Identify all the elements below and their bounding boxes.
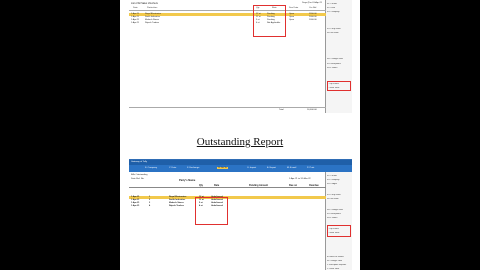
row-party: Rajesh Traders: [169, 205, 184, 208]
column-header-row: Date Particulars Qty Rate Due Date Cur B…: [129, 7, 326, 11]
row-date: 1-Apr-21: [131, 16, 140, 19]
row-date: 1-Apr-21: [131, 196, 140, 199]
footer-total: 16,000.00: [307, 109, 317, 111]
menu-item[interactable]: M: E-mail: [287, 167, 296, 169]
row-particulars: Mahesh Stores: [145, 19, 159, 22]
menu-item[interactable]: Y: Data: [169, 167, 176, 169]
row-date: 1-Apr-21: [131, 199, 140, 202]
column-header: Qty: [199, 184, 203, 187]
section-caption: Outstanding Report: [196, 136, 284, 148]
menu-item[interactable]: Z: Exchange: [187, 167, 199, 169]
side-button[interactable]: J: Exception Reports: [327, 264, 351, 266]
row-balance: 1300.00: [309, 13, 317, 16]
side-button[interactable]: F10: Filters: [327, 217, 351, 219]
document-page: List of All Sales Vouchers Days (For 01-…: [120, 0, 360, 270]
report-subtitle: Bills Outstanding: [131, 174, 148, 176]
side-button[interactable]: F3: Company: [327, 11, 351, 13]
outstanding-report-panel: Bills Outstanding Date Ref. No. Party's …: [129, 172, 326, 270]
side-button[interactable]: F8: Change View: [327, 58, 351, 60]
row-date: 1-Apr-21: [131, 22, 140, 25]
sales-vouchers-screenshot: List of All Sales Vouchers Days (For 01-…: [129, 0, 352, 113]
side-button[interactable]: F4: Ledger: [327, 183, 351, 185]
voucher-rows: 1-Apr-21 Royal Electronics 12 nt Pending…: [129, 13, 326, 25]
row-particulars: Royal Electronics: [145, 13, 162, 16]
side-button[interactable]: F6: Bill Wise: [327, 32, 351, 34]
row-party: Mahesh Stores: [169, 202, 184, 205]
column-header: Due on: [289, 184, 298, 187]
column-header: Cur Bal: [309, 7, 317, 9]
vouchers-report-panel: List of All Sales Vouchers Days (For 01-…: [129, 0, 326, 113]
row-date: 1-Apr-21: [131, 202, 140, 205]
highlight-box: [327, 225, 351, 237]
side-button[interactable]: F1: Period: [327, 3, 351, 5]
row-due: Open: [289, 13, 295, 16]
side-button[interactable]: F9: Exceptions: [327, 213, 351, 215]
window-title: Gateway of Tally: [131, 161, 148, 163]
report-subtitle-2: Date Ref. No.: [131, 178, 145, 180]
column-header: Due Date: [289, 7, 299, 9]
menu-item[interactable]: E: Export: [267, 167, 276, 169]
row-particulars: Smith Industries: [145, 16, 160, 19]
column-header: Particulars: [147, 7, 158, 9]
footer-label: Total: [279, 109, 284, 111]
report-period: 1-Apr-21 to 31-Mar-22: [289, 178, 311, 180]
side-button[interactable]: F2: Period: [327, 175, 351, 177]
outstanding-report-screenshot: Gateway of Tally K: Company Y: Data Z: E…: [129, 159, 352, 270]
side-button[interactable]: F3: Company: [327, 179, 351, 181]
party-name-heading: Party's Name: [179, 179, 196, 182]
row-ref: 3: [149, 202, 151, 205]
row-balance: 1000.00: [309, 19, 317, 22]
menu-item[interactable]: O: Import: [247, 167, 256, 169]
menu-bar: K: Company Y: Data Z: Exchange G: Go To …: [129, 165, 352, 172]
row-balance: 2000.00: [309, 16, 317, 19]
column-header: Pending Amount: [249, 184, 269, 187]
side-button[interactable]: F2: Date: [327, 7, 351, 9]
row-due: Open: [289, 19, 295, 22]
menu-item-active[interactable]: G: Go To: [217, 167, 228, 169]
report-title: List of All Sales Vouchers: [131, 2, 158, 5]
row-party: Royal Electronics: [169, 196, 187, 199]
highlight-box: [195, 197, 228, 225]
row-date: 1-Apr-21: [131, 19, 140, 22]
row-ref: 2: [149, 199, 151, 202]
side-button[interactable]: H: Change View: [327, 260, 351, 262]
button-bar: F1: Period F2: Date F3: Company F5: Part…: [326, 0, 352, 113]
menu-item[interactable]: K: Company: [145, 167, 157, 169]
highlight-box: [327, 81, 351, 91]
row-due: Open: [289, 16, 295, 19]
side-button[interactable]: F5: Party Wise: [327, 194, 351, 196]
menu-item[interactable]: P: Print: [307, 167, 314, 169]
row-ref: 4: [149, 205, 151, 208]
column-header: Overdue: [309, 184, 319, 187]
report-footer: Total 16,000.00: [129, 107, 326, 112]
side-button[interactable]: B: Basis of Values: [327, 256, 351, 258]
button-bar: F2: Period F3: Company F4: Ledger F5: Pa…: [326, 172, 352, 270]
row-date: 1-Apr-21: [131, 13, 140, 16]
column-header-row: Qty Rate Pending Amount Due on Overdue: [129, 184, 326, 188]
side-button[interactable]: F9: Exceptions: [327, 63, 351, 65]
row-date: 1-Apr-21: [131, 205, 140, 208]
row-particulars: Rajesh Traders: [145, 22, 160, 25]
side-button[interactable]: F8: Change View: [327, 209, 351, 211]
side-button[interactable]: F5: Party Wise: [327, 28, 351, 30]
report-period: Days (For 01-Apr-21: [302, 2, 322, 4]
table-row[interactable]: 1-Apr-21 Rajesh Traders 4 nt Not Applica…: [129, 22, 326, 25]
row-party: Smith Industries: [169, 199, 186, 202]
highlight-box: [253, 5, 286, 37]
side-button[interactable]: F10: Filters: [327, 67, 351, 69]
column-header: Rate: [214, 184, 220, 187]
row-ref: 1: [149, 196, 151, 199]
side-button[interactable]: F6: Bill Wise: [327, 198, 351, 200]
column-header: Date: [133, 7, 138, 9]
